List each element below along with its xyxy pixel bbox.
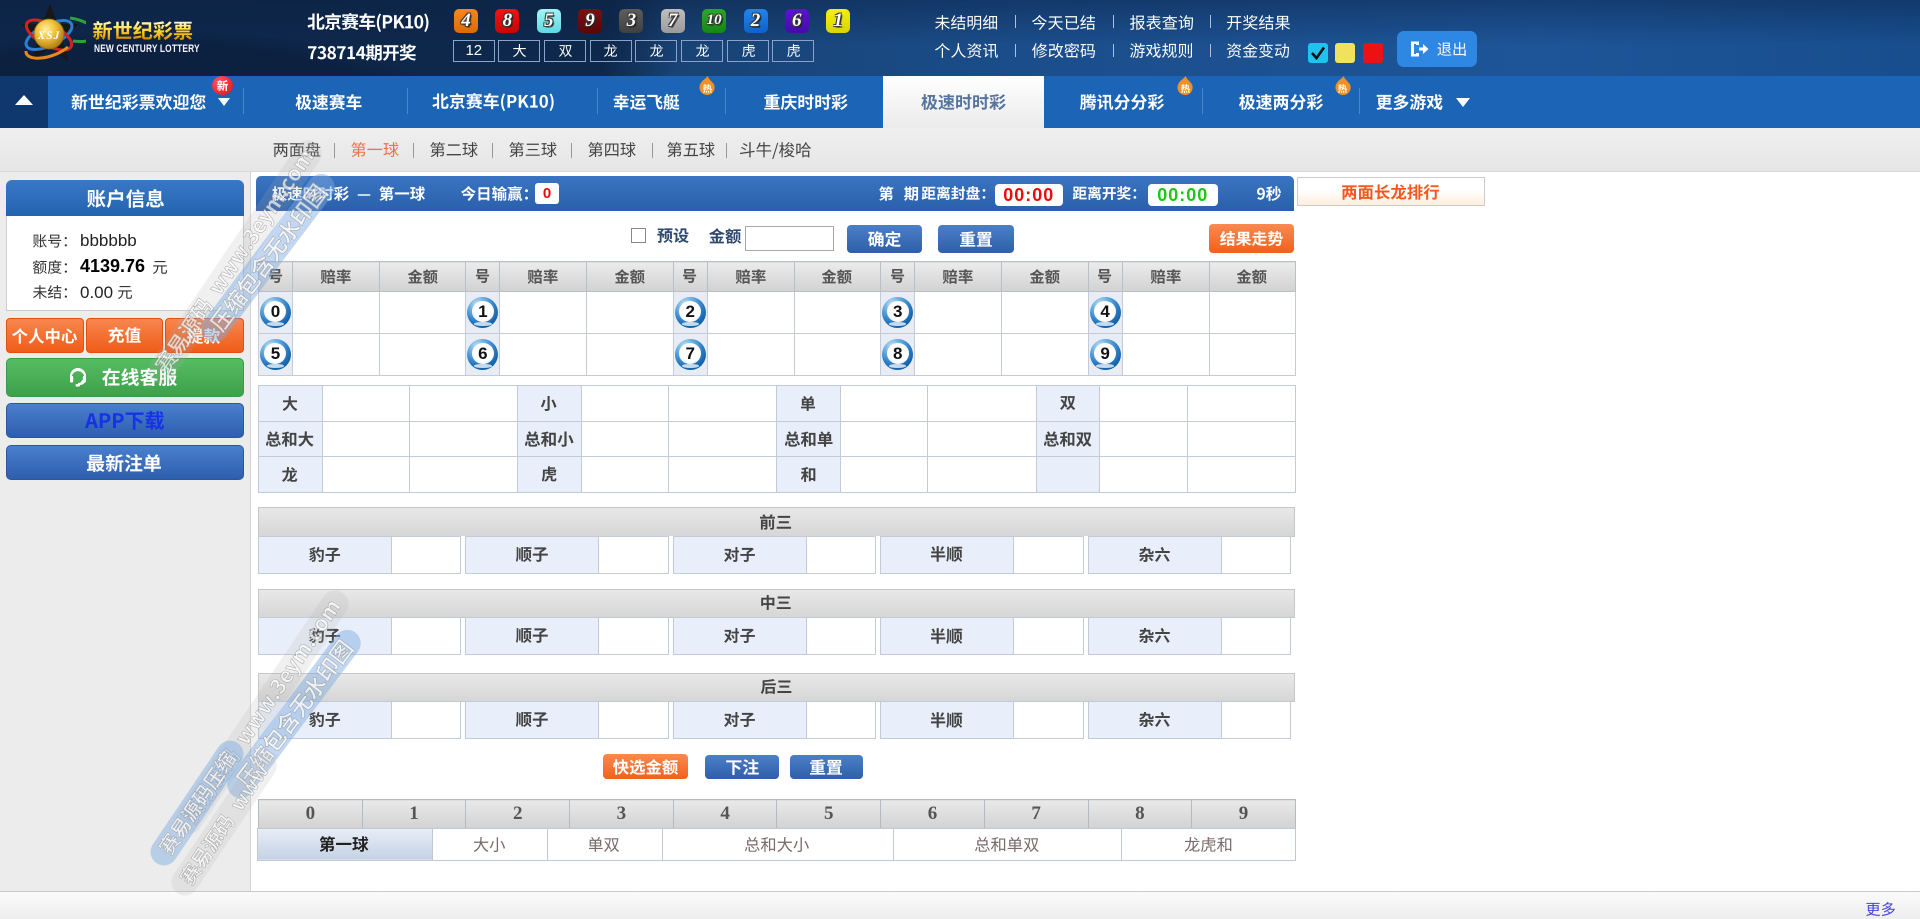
svg-text:XSJ: XSJ bbox=[37, 30, 61, 42]
